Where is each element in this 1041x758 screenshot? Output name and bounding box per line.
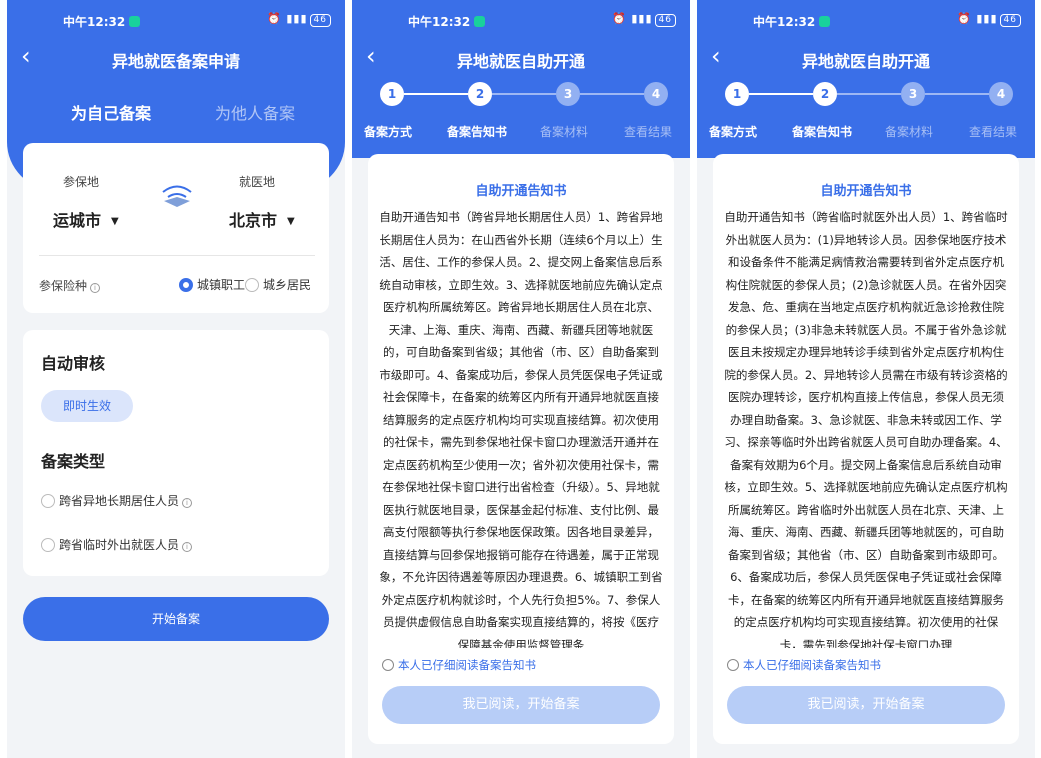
screen-notice-long-term: 中午12:32 ⏰ ▮▮▮ 46 ‹ 异地就医自助开通 1 2 3 4 备案方式 … bbox=[352, 0, 690, 758]
step-label-materials: 备案材料 bbox=[884, 125, 933, 139]
status-time: 中午12:32 bbox=[753, 15, 816, 29]
notification-dot-icon bbox=[129, 16, 141, 27]
alarm-icon: ⏰ bbox=[612, 12, 627, 25]
step-label-notice: 备案告知书 bbox=[791, 125, 852, 139]
radio-urban-rural-resident[interactable]: 城乡居民 bbox=[245, 276, 311, 293]
notice-title: 自助开通告知书 bbox=[820, 184, 912, 199]
step-4: 4 bbox=[644, 82, 668, 106]
notice-body[interactable]: 自助开通告知书（跨省异地长期居住人员）1、跨省异地长期居住人员为：在山西省外长期… bbox=[378, 206, 664, 648]
signal-icon: ▮▮▮ bbox=[631, 12, 653, 25]
record-type-title: 备案类型 bbox=[41, 452, 106, 471]
info-icon[interactable]: i bbox=[182, 498, 193, 508]
alarm-icon: ⏰ bbox=[267, 12, 282, 25]
notification-dot-icon bbox=[474, 16, 486, 27]
step-label-method: 备案方式 bbox=[708, 125, 757, 139]
swap-location-icon[interactable] bbox=[160, 183, 194, 209]
location-card: 参保地 就医地 运城市 ▼ 北京市 ▼ 参保险种 i 城镇职工 城乡居民 bbox=[23, 143, 329, 313]
radio-unchecked-icon bbox=[727, 659, 739, 671]
step-connector bbox=[404, 93, 468, 95]
step-connector bbox=[580, 93, 644, 95]
medical-place-select[interactable]: 北京市 ▼ bbox=[229, 207, 295, 231]
step-4: 4 bbox=[989, 82, 1013, 106]
insured-place-select[interactable]: 运城市 ▼ bbox=[53, 207, 119, 231]
step-3: 3 bbox=[556, 82, 580, 106]
divider bbox=[39, 255, 315, 256]
step-3: 3 bbox=[901, 82, 925, 106]
alarm-icon: ⏰ bbox=[957, 12, 972, 25]
agree-checkbox[interactable]: 本人已仔细阅读备案告知书 bbox=[727, 657, 881, 673]
notice-card: 自助开通告知书 自助开通告知书（跨省临时就医外出人员）1、跨省临时外出就医人员为… bbox=[713, 154, 1019, 744]
status-bar: 中午12:32 ⏰ ▮▮▮ 46 bbox=[7, 0, 345, 40]
agree-checkbox[interactable]: 本人已仔细阅读备案告知书 bbox=[382, 657, 536, 673]
medical-place-label: 就医地 bbox=[239, 175, 276, 189]
radio-urban-employee[interactable]: 城镇职工 bbox=[179, 276, 245, 293]
notice-title: 自助开通告知书 bbox=[475, 184, 567, 199]
step-label-results: 查看结果 bbox=[968, 125, 1017, 139]
step-label-materials: 备案材料 bbox=[539, 125, 588, 139]
info-icon[interactable]: i bbox=[182, 542, 193, 552]
page-title: 异地就医自助开通 bbox=[456, 52, 585, 71]
caret-down-icon: ▼ bbox=[111, 216, 119, 227]
notice-card: 自助开通告知书 自助开通告知书（跨省异地长期居住人员）1、跨省异地长期居住人员为… bbox=[368, 154, 674, 744]
status-icons: ⏰ ▮▮▮ 46 bbox=[957, 12, 1021, 27]
radio-unchecked-icon bbox=[382, 659, 394, 671]
insurance-type-label: 参保险种 i bbox=[39, 277, 101, 294]
battery-icon: 46 bbox=[309, 14, 331, 27]
step-2: 2 bbox=[468, 82, 492, 106]
step-label-notice: 备案告知书 bbox=[446, 125, 507, 139]
notification-dot-icon bbox=[819, 16, 831, 27]
step-label-method: 备案方式 bbox=[363, 125, 412, 139]
step-indicator: 1 2 3 4 bbox=[352, 82, 690, 106]
radio-unchecked-icon bbox=[41, 494, 55, 508]
step-2: 2 bbox=[813, 82, 837, 106]
option-temporary-outside[interactable]: 跨省临时外出就医人员 i bbox=[41, 536, 193, 553]
screen-notice-temporary: 中午12:32 ⏰ ▮▮▮ 46 ‹ 异地就医自助开通 1 2 3 4 备案方式 … bbox=[697, 0, 1035, 758]
tab-others[interactable]: 为他人备案 bbox=[215, 100, 295, 124]
record-type-card: 自动审核 即时生效 备案类型 跨省异地长期居住人员 i 跨省临时外出就医人员 i bbox=[23, 330, 329, 576]
read-and-start-button[interactable]: 我已阅读，开始备案 bbox=[382, 686, 660, 724]
step-connector bbox=[837, 93, 901, 95]
start-registration-button[interactable]: 开始备案 bbox=[23, 597, 329, 641]
status-bar: 中午12:32 ⏰ ▮▮▮ 46 bbox=[352, 0, 690, 40]
info-icon[interactable]: i bbox=[90, 283, 101, 293]
tab-self[interactable]: 为自己备案 bbox=[71, 100, 151, 124]
radio-checked-icon bbox=[179, 278, 193, 292]
notice-body[interactable]: 自助开通告知书（跨省临时就医外出人员）1、跨省临时外出就医人员为：(1)异地转诊… bbox=[723, 206, 1009, 648]
step-connector bbox=[492, 93, 556, 95]
step-indicator: 1 2 3 4 bbox=[697, 82, 1035, 106]
battery-icon: 46 bbox=[654, 14, 676, 27]
option-long-term-residence[interactable]: 跨省异地长期居住人员 i bbox=[41, 492, 193, 509]
screen-self-registration: 中午12:32 ⏰ ▮▮▮ 46 ‹ 异地就医备案申请 为自己备案 为他人备案 参… bbox=[7, 0, 345, 758]
status-bar: 中午12:32 ⏰ ▮▮▮ 46 bbox=[697, 0, 1035, 40]
step-1: 1 bbox=[725, 82, 749, 106]
step-connector bbox=[749, 93, 813, 95]
status-icons: ⏰ ▮▮▮ 46 bbox=[612, 12, 676, 27]
step-1: 1 bbox=[380, 82, 404, 106]
radio-unchecked-icon bbox=[245, 278, 259, 292]
step-connector bbox=[925, 93, 989, 95]
instant-effect-pill[interactable]: 即时生效 bbox=[41, 390, 133, 422]
status-time: 中午12:32 bbox=[408, 15, 471, 29]
insured-place-label: 参保地 bbox=[63, 175, 100, 189]
radio-unchecked-icon bbox=[41, 538, 55, 552]
battery-icon: 46 bbox=[999, 14, 1021, 27]
status-time: 中午12:32 bbox=[63, 15, 126, 29]
auto-review-title: 自动审核 bbox=[41, 354, 106, 373]
step-label-results: 查看结果 bbox=[623, 125, 672, 139]
read-and-start-button[interactable]: 我已阅读，开始备案 bbox=[727, 686, 1005, 724]
signal-icon: ▮▮▮ bbox=[976, 12, 998, 25]
signal-icon: ▮▮▮ bbox=[286, 12, 308, 25]
status-icons: ⏰ ▮▮▮ 46 bbox=[267, 12, 331, 27]
page-title: 异地就医自助开通 bbox=[801, 52, 930, 71]
page-title: 异地就医备案申请 bbox=[111, 52, 240, 71]
caret-down-icon: ▼ bbox=[287, 216, 295, 227]
